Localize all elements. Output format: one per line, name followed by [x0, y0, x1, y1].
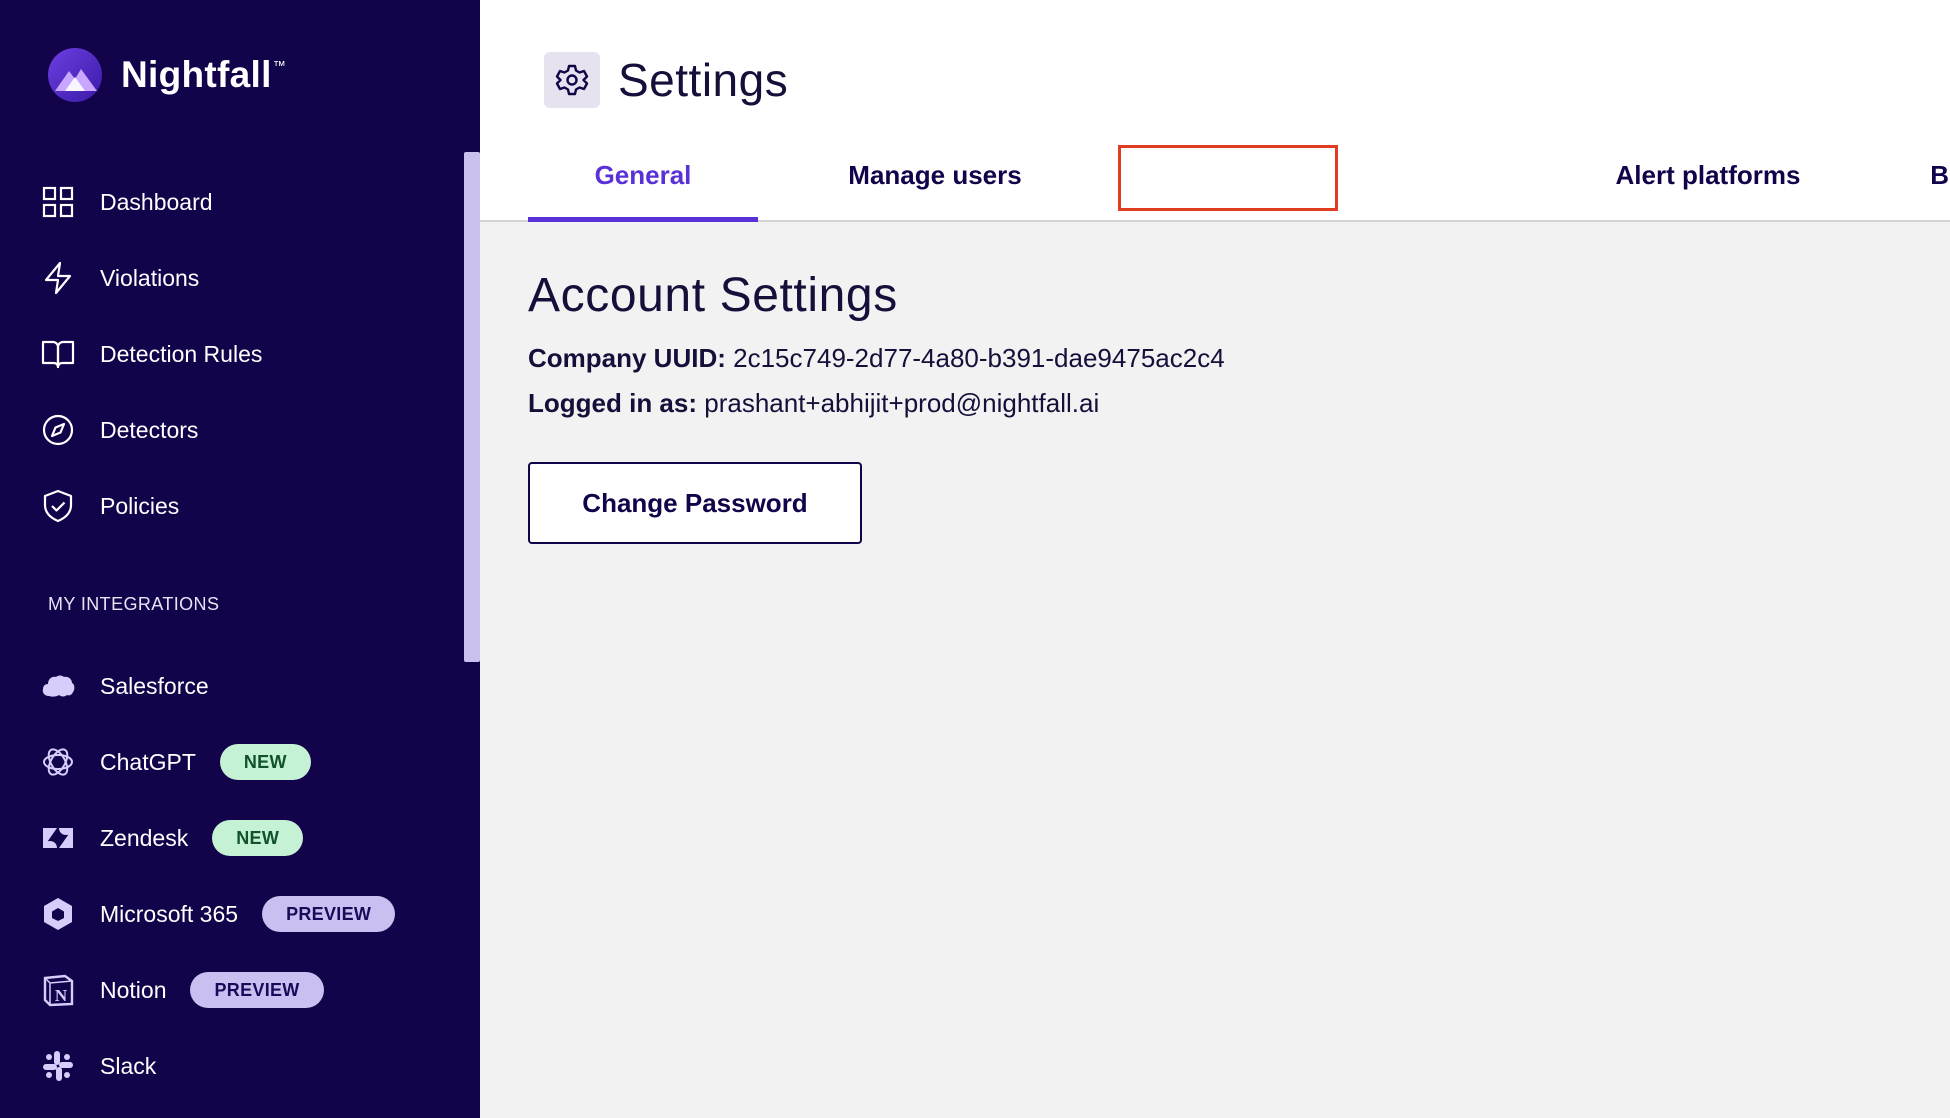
sidebar-nav: Dashboard Violations Detection Rules Det…	[40, 164, 262, 544]
sidebar-item-notion[interactable]: N Notion PREVIEW	[40, 952, 395, 1028]
sidebar-item-label: Dashboard	[100, 188, 213, 215]
slack-icon	[43, 1051, 73, 1081]
compass-icon	[42, 414, 74, 446]
sidebar-item-label: Notion	[100, 976, 167, 1003]
tab-label: Billing	[1930, 160, 1950, 190]
lightning-icon	[44, 261, 72, 295]
sidebar-item-detectors[interactable]: Detectors	[40, 392, 262, 468]
chatgpt-icon	[43, 748, 73, 776]
logged-in-label: Logged in as:	[528, 388, 697, 418]
settings-title-icon	[544, 52, 600, 108]
company-uuid-value: 2c15c749-2d77-4a80-b391-dae9475ac2c4	[733, 343, 1225, 373]
sidebar-item-label: Detection Rules	[100, 340, 263, 367]
shield-check-icon	[43, 489, 73, 523]
notion-icon: N	[43, 974, 74, 1007]
sidebar-item-label: Microsoft 365	[100, 900, 239, 927]
sidebar-item-chatgpt[interactable]: ChatGPT NEW	[40, 724, 395, 800]
tab-label: General	[594, 160, 692, 190]
account-settings-section: Account Settings Company UUID: 2c15c749-…	[528, 268, 1225, 419]
sidebar-item-label: Zendesk	[100, 824, 189, 851]
sidebar-item-detection-rules[interactable]: Detection Rules	[40, 316, 262, 392]
integrations-list: Salesforce ChatGPT NEW Zendesk NEW Micro…	[40, 648, 396, 1104]
tab-label: Alert platforms	[1615, 160, 1801, 190]
microsoft-365-icon	[44, 898, 72, 930]
dashboard-grid-icon	[42, 186, 74, 218]
sidebar-item-label: ChatGPT	[100, 748, 196, 775]
brand-trademark: ™	[272, 58, 286, 73]
sidebar-item-zendesk[interactable]: Zendesk NEW	[40, 800, 395, 876]
zendesk-icon	[43, 828, 73, 848]
salesforce-cloud-icon	[42, 675, 75, 697]
brand-name: Nightfall	[121, 54, 272, 95]
sidebar-item-label: Slack	[100, 1052, 157, 1079]
sidebar-item-policies[interactable]: Policies	[40, 468, 262, 544]
sidebar-item-microsoft-365[interactable]: Microsoft 365 PREVIEW	[40, 876, 396, 952]
sidebar-item-dashboard[interactable]: Dashboard	[40, 164, 262, 240]
nightfall-logo-icon	[48, 48, 102, 102]
logged-in-email: prashant+abhijit+prod@nightfall.ai	[704, 388, 1100, 418]
sidebar-item-label: Violations	[100, 264, 200, 291]
company-uuid-row: Company UUID: 2c15c749-2d77-4a80-b391-da…	[528, 343, 1225, 374]
integrations-heading: MY INTEGRATIONS	[48, 594, 220, 614]
tab-manage-users[interactable]: Manage users	[798, 146, 1072, 222]
tab-billing[interactable]: Billing	[1880, 146, 1950, 222]
section-title: Account Settings	[528, 269, 898, 322]
svg-text:N: N	[55, 986, 68, 1005]
sidebar-item-slack[interactable]: Slack	[40, 1028, 395, 1104]
sidebar-item-label: Detectors	[100, 416, 199, 443]
change-password-button[interactable]: Change Password	[528, 462, 862, 544]
sidebar-item-salesforce[interactable]: Salesforce	[40, 648, 395, 724]
sidebar-scrollbar[interactable]	[464, 152, 480, 662]
company-uuid-label: Company UUID:	[528, 343, 726, 373]
tab-alert-platforms[interactable]: Alert platforms	[1598, 146, 1818, 222]
sidebar-item-violations[interactable]: Violations	[40, 240, 262, 316]
logged-in-row: Logged in as: prashant+abhijit+prod@nigh…	[528, 388, 1225, 419]
nightfall-logo[interactable]: Nightfall™	[47, 47, 286, 103]
preview-badge: PREVIEW	[190, 972, 324, 1008]
sidebar-item-label: Salesforce	[100, 672, 209, 699]
sidebar: Nightfall™ Dashboard Violations Detectio…	[0, 0, 480, 1118]
page-title: Settings	[618, 54, 789, 106]
new-badge: NEW	[212, 820, 304, 856]
tab-general[interactable]: General	[528, 146, 758, 222]
settings-header: Settings General Manage users Alert plat…	[480, 0, 1950, 222]
gear-icon	[555, 64, 589, 96]
tab-label: Manage users	[848, 160, 1022, 190]
preview-badge: PREVIEW	[262, 896, 396, 932]
sidebar-item-label: Policies	[100, 492, 180, 519]
new-badge: NEW	[219, 744, 311, 780]
book-icon	[41, 340, 75, 369]
